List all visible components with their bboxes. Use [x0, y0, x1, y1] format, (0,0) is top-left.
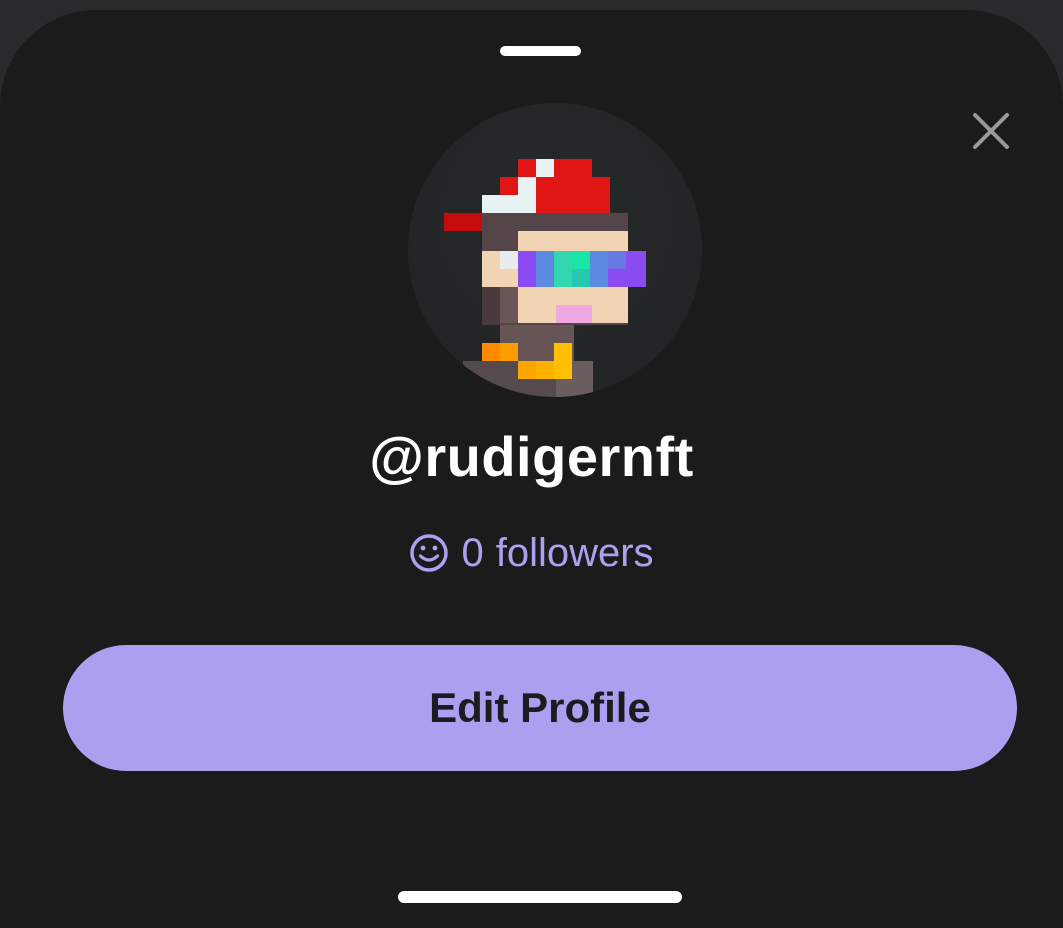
- username: @rudigernft: [369, 425, 694, 488]
- close-button[interactable]: [966, 106, 1016, 156]
- followers-label: followers: [495, 531, 654, 575]
- edit-profile-label: Edit Profile: [429, 684, 651, 731]
- close-icon: [973, 113, 1009, 149]
- followers-link[interactable]: 0 followers: [0, 528, 1063, 578]
- pixel-art-avatar-image: [444, 159, 646, 397]
- sheet-grabber[interactable]: [500, 46, 581, 56]
- followers-count: 0: [461, 531, 484, 575]
- avatar: [408, 103, 702, 397]
- smiley-icon: [409, 533, 449, 573]
- home-indicator[interactable]: [398, 891, 682, 903]
- edit-profile-button[interactable]: Edit Profile: [63, 645, 1017, 771]
- profile-sheet: @rudigernft 0 followers Edit Profile: [0, 10, 1063, 928]
- followers-text: 0 followers: [461, 528, 653, 578]
- screen: @rudigernft 0 followers Edit Profile: [0, 0, 1063, 928]
